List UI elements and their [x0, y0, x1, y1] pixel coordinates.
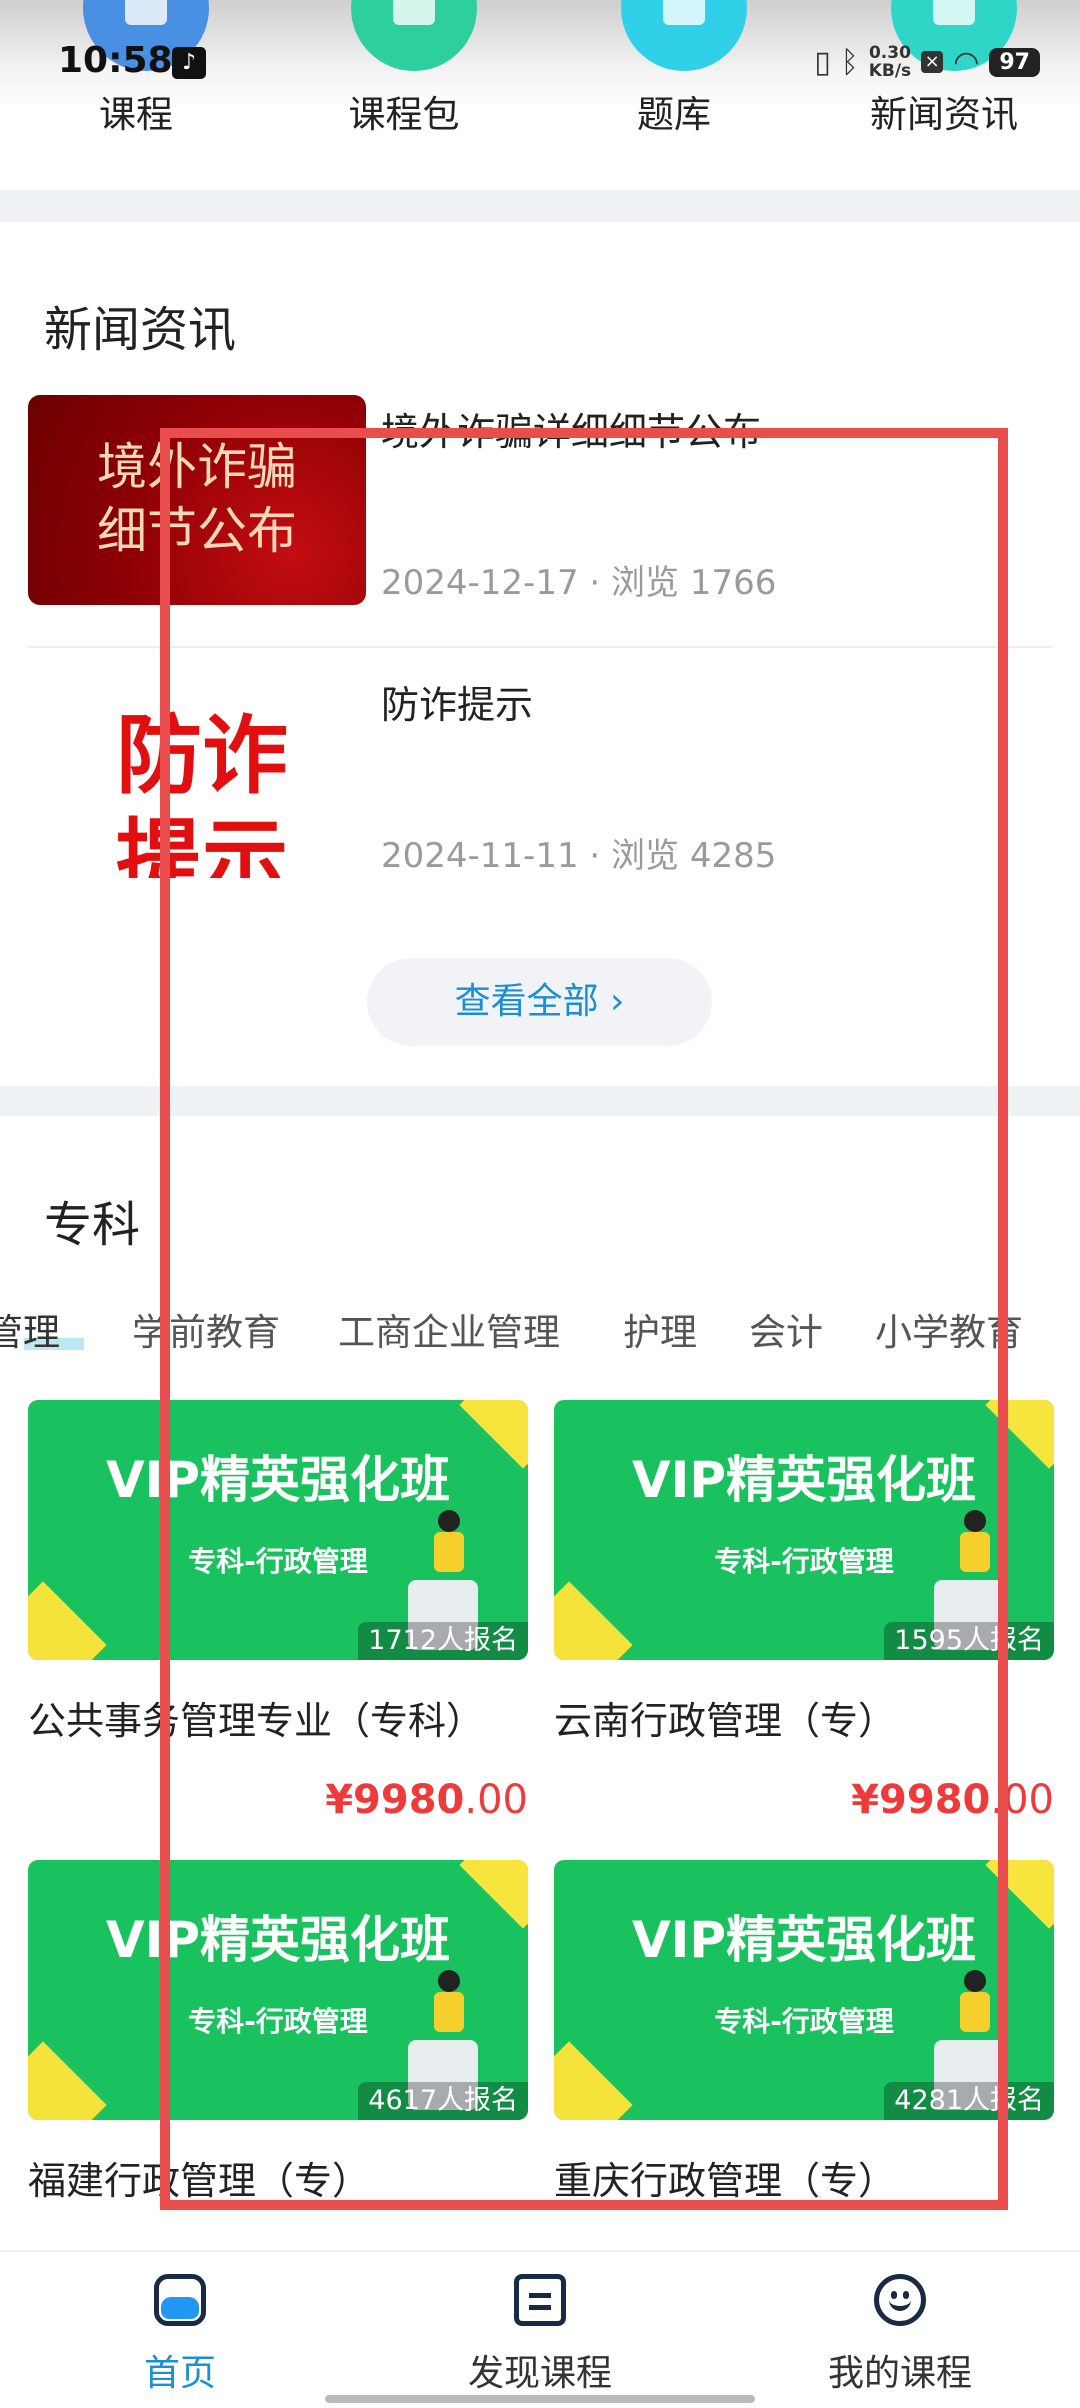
- status-icons: ▯ ᛒ 0.30 KB/s × ◠ 97: [814, 44, 1040, 80]
- top-area: 课程 课程包 题库 新闻资讯 10:58 ♪ ▯ ᛒ 0.30 KB/s × ◠…: [0, 0, 1080, 190]
- specialty-section-title: 专科: [44, 1197, 141, 1253]
- question-bank-icon: [621, 0, 747, 71]
- package-icon: [351, 0, 477, 71]
- quick-nav-news[interactable]: 新闻资讯: [864, 0, 1024, 190]
- news-section-title: 新闻资讯: [44, 302, 237, 358]
- net-speed: 0.30 KB/s: [868, 43, 912, 81]
- section-divider: [0, 190, 1080, 222]
- no-sim-icon: ×: [921, 51, 944, 73]
- tiktok-icon: ♪: [172, 47, 206, 79]
- nav-label: 发现课程: [467, 2353, 612, 2394]
- vibrate-icon: ▯: [814, 44, 831, 80]
- home-indicator[interactable]: [325, 2395, 755, 2403]
- annotation-rectangle: [160, 428, 1008, 2210]
- my-course-icon: [874, 2274, 926, 2326]
- bottom-navigation: 首页 发现课程 我的课程: [0, 2250, 1080, 2408]
- discover-icon: [514, 2274, 566, 2326]
- home-icon: [154, 2274, 206, 2326]
- nav-home[interactable]: 首页: [70, 2252, 290, 2408]
- quick-nav-package[interactable]: 课程包: [324, 0, 484, 190]
- quick-nav-label: 题库: [637, 93, 711, 136]
- nav-label: 我的课程: [827, 2353, 972, 2394]
- battery-level: 97: [989, 47, 1040, 77]
- nav-discover-courses[interactable]: 发现课程: [430, 2252, 650, 2408]
- quick-nav-label: 课程包: [348, 93, 460, 136]
- nav-label: 首页: [143, 2353, 216, 2394]
- quick-nav-course[interactable]: 课程: [56, 0, 216, 190]
- tab-management[interactable]: 管理: [0, 1302, 60, 1356]
- quick-nav-question-bank[interactable]: 题库: [594, 0, 754, 190]
- wifi-icon: ◠: [953, 44, 980, 80]
- quick-nav-label: 新闻资讯: [870, 93, 1018, 136]
- bluetooth-icon: ᛒ: [840, 44, 859, 80]
- status-time: 10:58: [58, 40, 173, 81]
- nav-my-courses[interactable]: 我的课程: [790, 2252, 1010, 2408]
- quick-nav-label: 课程: [99, 93, 173, 136]
